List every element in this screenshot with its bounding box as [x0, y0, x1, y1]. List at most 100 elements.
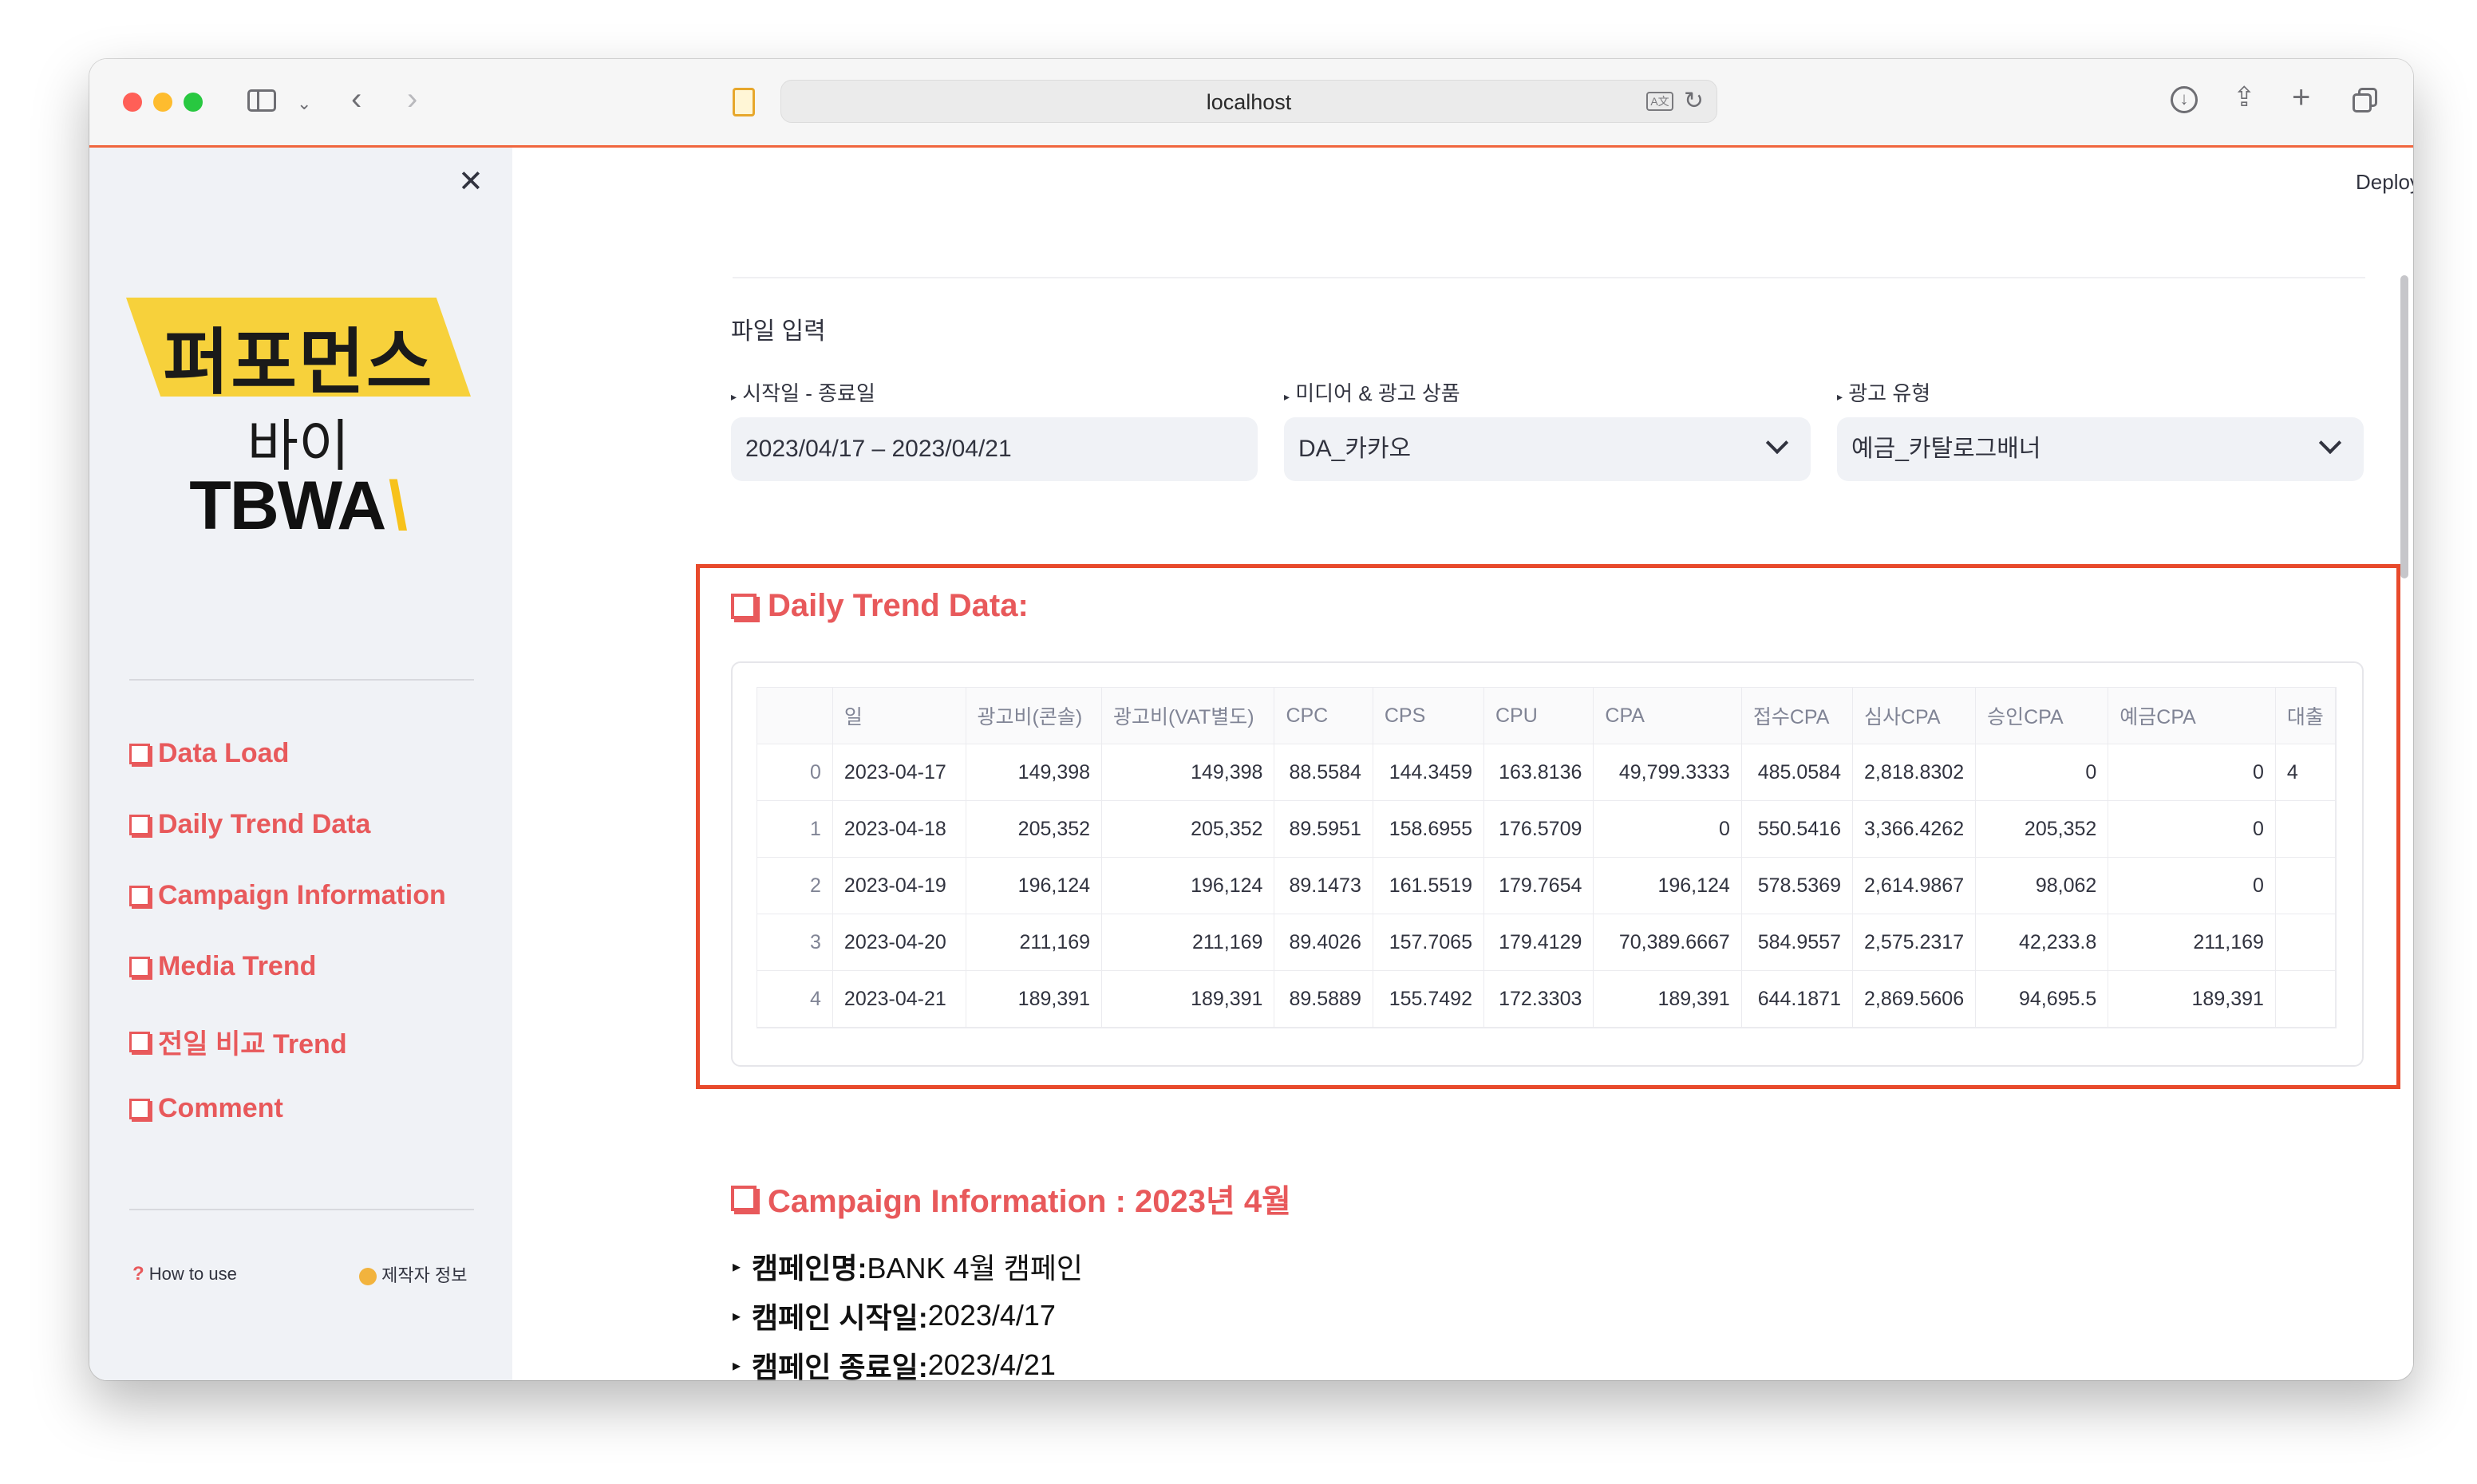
table-cell[interactable]: 584.9557 — [1741, 914, 1853, 971]
table-cell[interactable]: 644.1871 — [1741, 970, 1853, 1028]
table-cell[interactable]: 89.5951 — [1274, 800, 1373, 858]
table-cell[interactable]: 196,124 — [1101, 857, 1275, 914]
table-cell[interactable]: 2023-04-17 — [832, 744, 966, 801]
share-icon[interactable]: ⇪ — [2233, 81, 2256, 113]
daily-trend-table-scroll[interactable]: 일 광고비(콘솔) 광고비(VAT별도) CPC CPS CPU CPA 접수C… — [757, 687, 2337, 1028]
table-cell[interactable]: 89.1473 — [1274, 857, 1373, 914]
table-cell[interactable]: 211,169 — [2108, 914, 2276, 971]
table-cell[interactable]: 189,391 — [1101, 970, 1275, 1028]
sidebar-item-daily-trend[interactable]: Daily Trend Data — [129, 809, 370, 840]
reload-icon[interactable]: ↻ — [1684, 87, 1704, 115]
column-header[interactable]: 접수CPA — [1741, 688, 1853, 744]
how-to-use-link[interactable]: ? How to use — [132, 1263, 237, 1285]
table-cell[interactable]: 550.5416 — [1741, 800, 1853, 858]
close-window-button[interactable] — [123, 93, 142, 112]
table-cell[interactable] — [2275, 857, 2336, 914]
media-product-select[interactable]: DA_카카오 — [1284, 417, 1811, 481]
table-cell[interactable]: 179.7654 — [1483, 857, 1594, 914]
sidebar-item-media-trend[interactable]: Media Trend — [129, 951, 316, 982]
table-cell[interactable] — [2275, 800, 2336, 858]
table-cell[interactable]: 2023-04-18 — [832, 800, 966, 858]
download-icon[interactable]: ↓ — [2171, 86, 2198, 113]
ad-type-select[interactable]: 예금_카탈로그배너 — [1837, 417, 2364, 481]
table-cell[interactable]: 163.8136 — [1483, 744, 1594, 801]
column-header[interactable]: 심사CPA — [1852, 688, 1977, 744]
column-header[interactable]: 대출 — [2275, 688, 2336, 744]
sidebar-item-comment[interactable]: Comment — [129, 1093, 283, 1124]
column-header[interactable] — [757, 688, 833, 744]
table-cell[interactable]: 4 — [2275, 744, 2336, 801]
table-cell[interactable]: 149,398 — [1101, 744, 1275, 801]
column-header[interactable]: CPA — [1593, 688, 1742, 744]
table-cell[interactable]: 189,391 — [2108, 970, 2276, 1028]
sidebar-item-campaign-information[interactable]: Campaign Information — [129, 880, 446, 911]
table-cell[interactable]: 89.4026 — [1274, 914, 1373, 971]
table-cell[interactable]: 176.5709 — [1483, 800, 1594, 858]
table-cell[interactable]: 155.7492 — [1373, 970, 1485, 1028]
table-cell[interactable]: 485.0584 — [1741, 744, 1853, 801]
sidebar-toggle-icon[interactable] — [247, 89, 276, 112]
address-bar[interactable]: localhost A文 ↻ — [780, 80, 1717, 123]
column-header[interactable]: 일 — [832, 688, 966, 744]
row-index-cell[interactable]: 3 — [757, 914, 833, 971]
table-cell[interactable] — [2275, 914, 2336, 971]
column-header[interactable]: 광고비(콘솔) — [966, 688, 1103, 744]
table-cell[interactable]: 205,352 — [1975, 800, 2109, 858]
deploy-button[interactable]: Deploy — [2356, 170, 2413, 195]
row-index-cell[interactable]: 4 — [757, 970, 833, 1028]
table-cell[interactable]: 98,062 — [1975, 857, 2109, 914]
table-cell[interactable]: 578.5369 — [1741, 857, 1853, 914]
table-cell[interactable]: 211,169 — [1101, 914, 1275, 971]
translate-icon[interactable]: A文 — [1646, 92, 1673, 111]
row-index-cell[interactable]: 1 — [757, 800, 833, 858]
table-cell[interactable]: 2,869.5606 — [1852, 970, 1977, 1028]
chevron-down-icon[interactable]: ⌄ — [297, 88, 311, 120]
column-header[interactable]: 예금CPA — [2108, 688, 2276, 744]
row-index-cell[interactable]: 2 — [757, 857, 833, 914]
sidebar-item-compare-trend[interactable]: 전일 비교 Trend — [129, 1022, 347, 1061]
table-cell[interactable]: 189,391 — [1593, 970, 1742, 1028]
table-cell[interactable]: 161.5519 — [1373, 857, 1485, 914]
table-cell[interactable]: 157.7065 — [1373, 914, 1485, 971]
column-header[interactable]: CPU — [1483, 688, 1594, 744]
table-cell[interactable]: 205,352 — [1101, 800, 1275, 858]
table-cell[interactable]: 2,575.2317 — [1852, 914, 1977, 971]
row-index-cell[interactable]: 0 — [757, 744, 833, 801]
forward-icon[interactable]: › — [407, 83, 417, 115]
table-cell[interactable]: 2,818.8302 — [1852, 744, 1977, 801]
table-cell[interactable]: 196,124 — [966, 857, 1103, 914]
table-cell[interactable] — [2275, 970, 2336, 1028]
table-cell[interactable]: 2023-04-20 — [832, 914, 966, 971]
table-cell[interactable]: 88.5584 — [1274, 744, 1373, 801]
tabs-overview-icon[interactable] — [2353, 88, 2378, 113]
table-cell[interactable]: 189,391 — [966, 970, 1103, 1028]
back-icon[interactable]: ‹ — [351, 83, 361, 115]
table-cell[interactable]: 0 — [1593, 800, 1742, 858]
table-cell[interactable]: 2023-04-19 — [832, 857, 966, 914]
table-cell[interactable]: 3,366.4262 — [1852, 800, 1977, 858]
table-cell[interactable]: 42,233.8 — [1975, 914, 2109, 971]
column-header[interactable]: CPC — [1274, 688, 1373, 744]
table-cell[interactable]: 172.3303 — [1483, 970, 1594, 1028]
creator-info-link[interactable]: 제작자 정보 — [359, 1261, 467, 1287]
table-cell[interactable]: 0 — [2108, 800, 2276, 858]
column-header[interactable]: CPS — [1373, 688, 1485, 744]
date-range-input[interactable]: 2023/04/17 – 2023/04/21 — [731, 417, 1258, 481]
table-cell[interactable]: 158.6955 — [1373, 800, 1485, 858]
table-cell[interactable]: 0 — [2108, 857, 2276, 914]
minimize-window-button[interactable] — [153, 93, 172, 112]
column-header[interactable]: 광고비(VAT별도) — [1101, 688, 1275, 744]
table-cell[interactable]: 2,614.9867 — [1852, 857, 1977, 914]
scrollbar-thumb[interactable] — [2400, 275, 2408, 578]
table-cell[interactable]: 149,398 — [966, 744, 1103, 801]
sidebar-item-data-load[interactable]: Data Load — [129, 738, 289, 769]
column-header[interactable]: 승인CPA — [1975, 688, 2109, 744]
table-cell[interactable]: 0 — [1975, 744, 2109, 801]
table-cell[interactable]: 49,799.3333 — [1593, 744, 1742, 801]
table-cell[interactable]: 196,124 — [1593, 857, 1742, 914]
zoom-window-button[interactable] — [184, 93, 203, 112]
table-cell[interactable]: 89.5889 — [1274, 970, 1373, 1028]
new-tab-icon[interactable]: + — [2292, 81, 2310, 113]
table-cell[interactable]: 0 — [2108, 744, 2276, 801]
table-cell[interactable]: 144.3459 — [1373, 744, 1485, 801]
